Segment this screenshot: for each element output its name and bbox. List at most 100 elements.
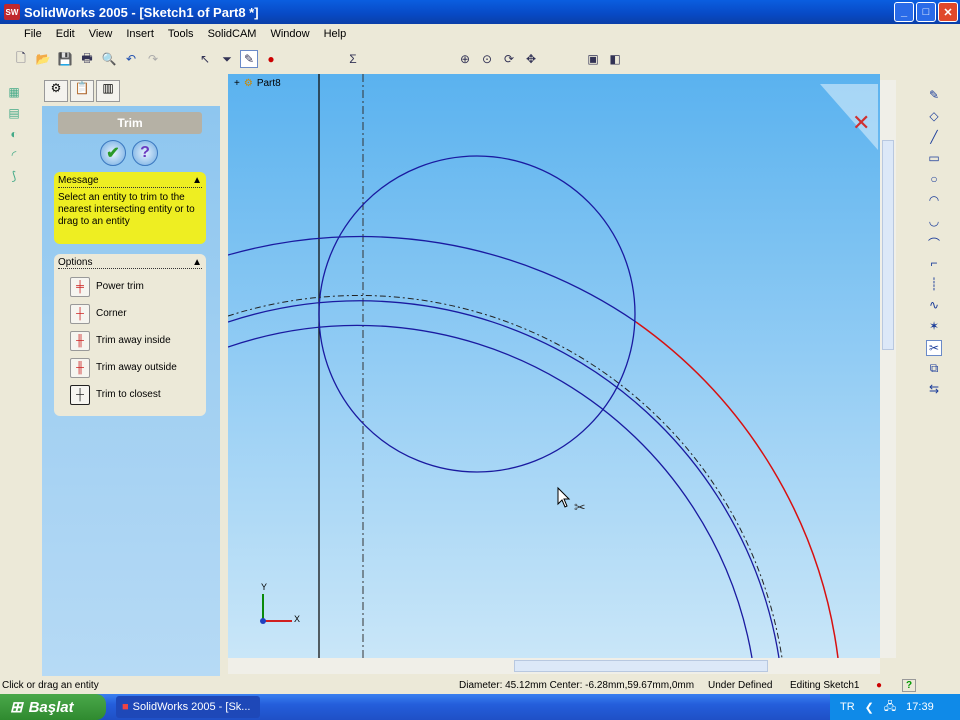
close-button[interactable]: ✕ (938, 2, 958, 22)
open-icon[interactable]: 📂 (34, 50, 52, 68)
menu-tools[interactable]: Tools (162, 28, 202, 40)
arc-icon[interactable]: ◠ (926, 193, 942, 209)
centerline-icon[interactable]: ┊ (926, 277, 942, 293)
minimize-button[interactable]: _ (894, 2, 914, 22)
rotate-icon[interactable]: ⟳ (500, 50, 518, 68)
menu-view[interactable]: View (83, 28, 121, 40)
save-icon[interactable]: 💾 (56, 50, 74, 68)
feature-manager-panel: ⚙ 📋 ▥ Trim ✔ ? Message ▲ Select an entity… (42, 76, 220, 676)
tab-configuration[interactable]: ▥ (96, 80, 120, 102)
start-label: Başlat (28, 698, 74, 716)
part-name: Part8 (256, 78, 281, 89)
circle-icon[interactable]: ○ (926, 172, 942, 188)
feature-tree-root[interactable]: + ⚙ Part8 (234, 78, 281, 89)
rebuild-icon[interactable]: ● (262, 50, 280, 68)
three-point-arc-icon[interactable]: ⌒ (926, 235, 942, 251)
option-label: Corner (96, 308, 127, 319)
smart-dimension-icon[interactable]: ◇ (926, 109, 942, 125)
graphics-area[interactable]: ✂ ✕ + ⚙ Part8 Y X (228, 74, 880, 658)
corner-icon: ┼ (70, 303, 90, 324)
option-trim-away-inside[interactable]: ╫ Trim away inside (58, 327, 202, 354)
option-trim-to-closest[interactable]: ┼ Trim to closest (58, 381, 202, 408)
help-button[interactable]: ? (132, 140, 158, 166)
maximize-button[interactable]: □ (916, 2, 936, 22)
extrude-icon[interactable]: ▤ (6, 106, 22, 122)
line-icon[interactable]: ╱ (926, 130, 942, 146)
taskbar-item-solidworks[interactable]: ■ SolidWorks 2005 - [Sk... (116, 696, 260, 718)
select-icon[interactable]: ↖ (196, 50, 214, 68)
tray-expand-icon[interactable]: ❮ (865, 701, 874, 714)
revolve-icon[interactable]: ◐ (6, 127, 22, 143)
language-indicator[interactable]: TR (840, 701, 855, 713)
solidworks-icon: ■ (122, 701, 129, 713)
fillet-icon[interactable]: ◜ (6, 148, 22, 164)
menu-edit[interactable]: Edit (50, 28, 83, 40)
zoom-area-icon[interactable]: ⊙ (478, 50, 496, 68)
status-definition: Under Defined (708, 679, 773, 691)
tab-property-manager[interactable]: 📋 (70, 80, 94, 102)
point-icon[interactable]: ✶ (926, 319, 942, 335)
options-header: Options (58, 257, 93, 268)
menu-solidcam[interactable]: SolidCAM (202, 28, 265, 40)
option-trim-away-outside[interactable]: ╫ Trim away outside (58, 354, 202, 381)
sketch-icon[interactable]: ✎ (240, 50, 258, 68)
windows-logo-icon: ⊞ (10, 699, 23, 716)
help-icon[interactable]: ? (902, 678, 917, 692)
equations-icon[interactable]: Σ (344, 50, 362, 68)
offset-icon[interactable]: ⧉ (926, 361, 942, 377)
ok-check-button[interactable]: ✔ (100, 140, 126, 166)
panel-tabs: ⚙ 📋 ▥ (42, 80, 120, 104)
new-icon[interactable]: 🗋 (12, 50, 30, 68)
rebuild-status-icon: ● (876, 679, 883, 691)
rectangle-icon[interactable]: ▭ (926, 151, 942, 167)
print-preview-icon[interactable]: 🔍 (100, 50, 118, 68)
sketch-icon[interactable]: ✎ (926, 88, 942, 104)
menu-bar: File Edit View Insert Tools SolidCAM Win… (0, 24, 960, 44)
taskbar: ⊞ Başlat ■ SolidWorks 2005 - [Sk... TR ❮ 🖧… (0, 694, 960, 720)
sketch-toolbar: ✎ ◇ ╱ ▭ ○ ◠ ◡ ⌒ ⌐ ┊ ∿ ✶ ✂ ⧉ ⇆ (920, 84, 952, 604)
mirror-icon[interactable]: ⇆ (926, 382, 942, 398)
sweep-icon[interactable]: ⟆ (6, 169, 22, 185)
status-mode: Editing Sketch1 (790, 679, 860, 691)
app-logo-icon: SW (4, 4, 20, 20)
tangent-arc-icon[interactable]: ◡ (926, 214, 942, 230)
sketch-circle (318, 155, 636, 473)
start-button[interactable]: ⊞ Başlat (0, 694, 106, 720)
feature-icon[interactable]: ▦ (6, 85, 22, 101)
undo-icon[interactable]: ↶ (122, 50, 140, 68)
network-icon[interactable]: 🖧 (884, 698, 896, 717)
left-toolbar: ▦ ▤ ◐ ◜ ⟆ (0, 80, 40, 680)
fillet-icon[interactable]: ⌐ (926, 256, 942, 272)
option-label: Trim away inside (96, 335, 171, 346)
menu-file[interactable]: File (6, 28, 50, 40)
tab-feature-tree[interactable]: ⚙ (44, 80, 68, 102)
trim-title: Trim (58, 112, 202, 134)
option-corner[interactable]: ┼ Corner (58, 300, 202, 327)
property-manager: Trim ✔ ? Message ▲ Select an entity to tr… (42, 106, 220, 676)
pan-icon[interactable]: ✥ (522, 50, 540, 68)
zoom-fit-icon[interactable]: ⊕ (456, 50, 474, 68)
print-icon[interactable]: 🖶 (78, 50, 96, 68)
option-power-trim[interactable]: ╪ Power trim (58, 273, 202, 300)
view-orientation-icon[interactable]: ▣ (584, 50, 602, 68)
horizontal-scrollbar[interactable] (228, 658, 880, 674)
sketch-geometry[interactable]: ✂ ✕ (228, 74, 880, 658)
vertical-scrollbar[interactable] (880, 80, 896, 658)
cancel-sketch-icon: ✕ (852, 110, 870, 135)
status-hint: Click or drag an entity (2, 679, 99, 691)
menu-insert[interactable]: Insert (120, 28, 162, 40)
menu-help[interactable]: Help (318, 28, 355, 40)
filter-icon[interactable]: ⏷ (218, 50, 236, 68)
outer-arc (228, 235, 637, 323)
collapse-icon[interactable]: ▲ (192, 175, 202, 187)
trim-outside-icon: ╫ (70, 357, 90, 378)
trim-closest-icon: ┼ (70, 384, 90, 405)
title-bar: SW SolidWorks 2005 - [Sketch1 of Part8 *… (0, 0, 960, 24)
spline-icon[interactable]: ∿ (926, 298, 942, 314)
collapse-icon[interactable]: ▲ (192, 257, 202, 268)
shaded-icon[interactable]: ◧ (606, 50, 624, 68)
trim-icon[interactable]: ✂ (926, 340, 942, 356)
menu-window[interactable]: Window (264, 28, 317, 40)
message-text: Select an entity to trim to the nearest … (58, 192, 195, 227)
redo-icon[interactable]: ↷ (144, 50, 162, 68)
